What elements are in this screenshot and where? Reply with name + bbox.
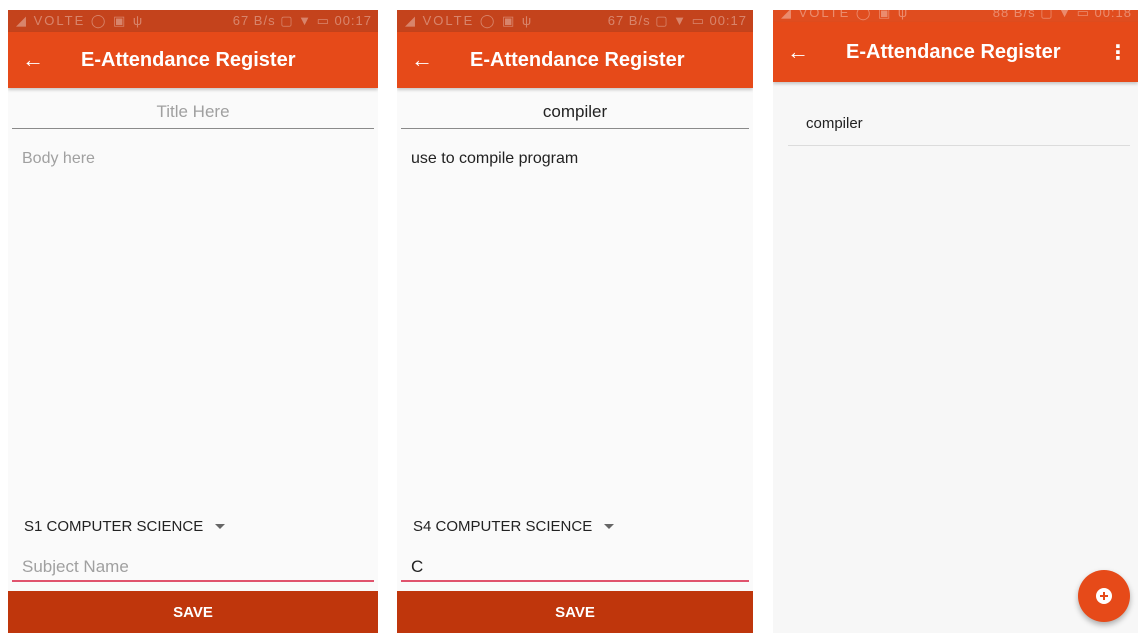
app-bar: ← E-Attendance Register [8, 32, 378, 88]
dropdown-arrow-icon [215, 523, 226, 529]
back-arrow-icon[interactable]: ← [22, 32, 44, 88]
class-dropdown-value: S4 COMPUTER SCIENCE [413, 517, 593, 535]
app-bar: ← E-Attendance Register ⋮ [773, 22, 1138, 82]
app-bar: ← E-Attendance Register [397, 32, 753, 88]
class-dropdown[interactable]: S1 COMPUTER SCIENCE [24, 514, 226, 538]
save-button[interactable]: SAVE [8, 591, 378, 633]
title-input[interactable] [12, 96, 374, 129]
dropdown-arrow-icon [604, 523, 615, 529]
class-dropdown[interactable]: S4 COMPUTER SCIENCE [413, 514, 615, 538]
status-icons-left: ◢ VOLTE ◯ ▣ ψ [16, 13, 145, 28]
title-input[interactable] [401, 96, 749, 129]
subject-name-input[interactable] [401, 554, 749, 582]
status-icons-right: 88 B/s ▢ ▼ ▭ 00:18 [992, 10, 1132, 20]
status-icons-right: 67 B/s ▢ ▼ ▭ 00:17 [607, 13, 747, 28]
plus-circle-icon [1096, 588, 1112, 604]
status-icons-left: ◢ VOLTE ◯ ▣ ψ [405, 13, 534, 28]
save-button[interactable]: SAVE [397, 591, 753, 633]
back-arrow-icon[interactable]: ← [411, 32, 433, 88]
screen-subject-list: ◢ VOLTE ◯ ▣ ψ 88 B/s ▢ ▼ ▭ 00:18 ← E-Att… [773, 10, 1138, 633]
app-title: E-Attendance Register [81, 48, 296, 71]
status-bar: ◢ VOLTE ◯ ▣ ψ 67 B/s ▢ ▼ ▭ 00:17 [8, 10, 378, 32]
screen-new-note-empty: ◢ VOLTE ◯ ▣ ψ 67 B/s ▢ ▼ ▭ 00:17 ← E-Att… [8, 10, 378, 633]
status-icons-right: 67 B/s ▢ ▼ ▭ 00:17 [232, 13, 372, 28]
back-arrow-icon[interactable]: ← [787, 22, 809, 82]
status-bar: ◢ VOLTE ◯ ▣ ψ 67 B/s ▢ ▼ ▭ 00:17 [397, 10, 753, 32]
subject-name-input[interactable] [12, 554, 374, 582]
app-title: E-Attendance Register [846, 40, 1061, 63]
body-input[interactable]: use to compile program [411, 150, 739, 490]
overflow-menu-icon[interactable]: ⋮ [1108, 22, 1128, 82]
class-dropdown-value: S1 COMPUTER SCIENCE [24, 517, 204, 535]
add-button[interactable] [1078, 570, 1130, 622]
list-item[interactable]: compiler [788, 106, 1130, 146]
screen-new-note-filled: ◢ VOLTE ◯ ▣ ψ 67 B/s ▢ ▼ ▭ 00:17 ← E-Att… [397, 10, 753, 633]
body-input[interactable] [22, 150, 364, 490]
status-bar: ◢ VOLTE ◯ ▣ ψ 88 B/s ▢ ▼ ▭ 00:18 [773, 10, 1138, 22]
app-title: E-Attendance Register [470, 48, 685, 71]
status-icons-left: ◢ VOLTE ◯ ▣ ψ [781, 10, 910, 20]
